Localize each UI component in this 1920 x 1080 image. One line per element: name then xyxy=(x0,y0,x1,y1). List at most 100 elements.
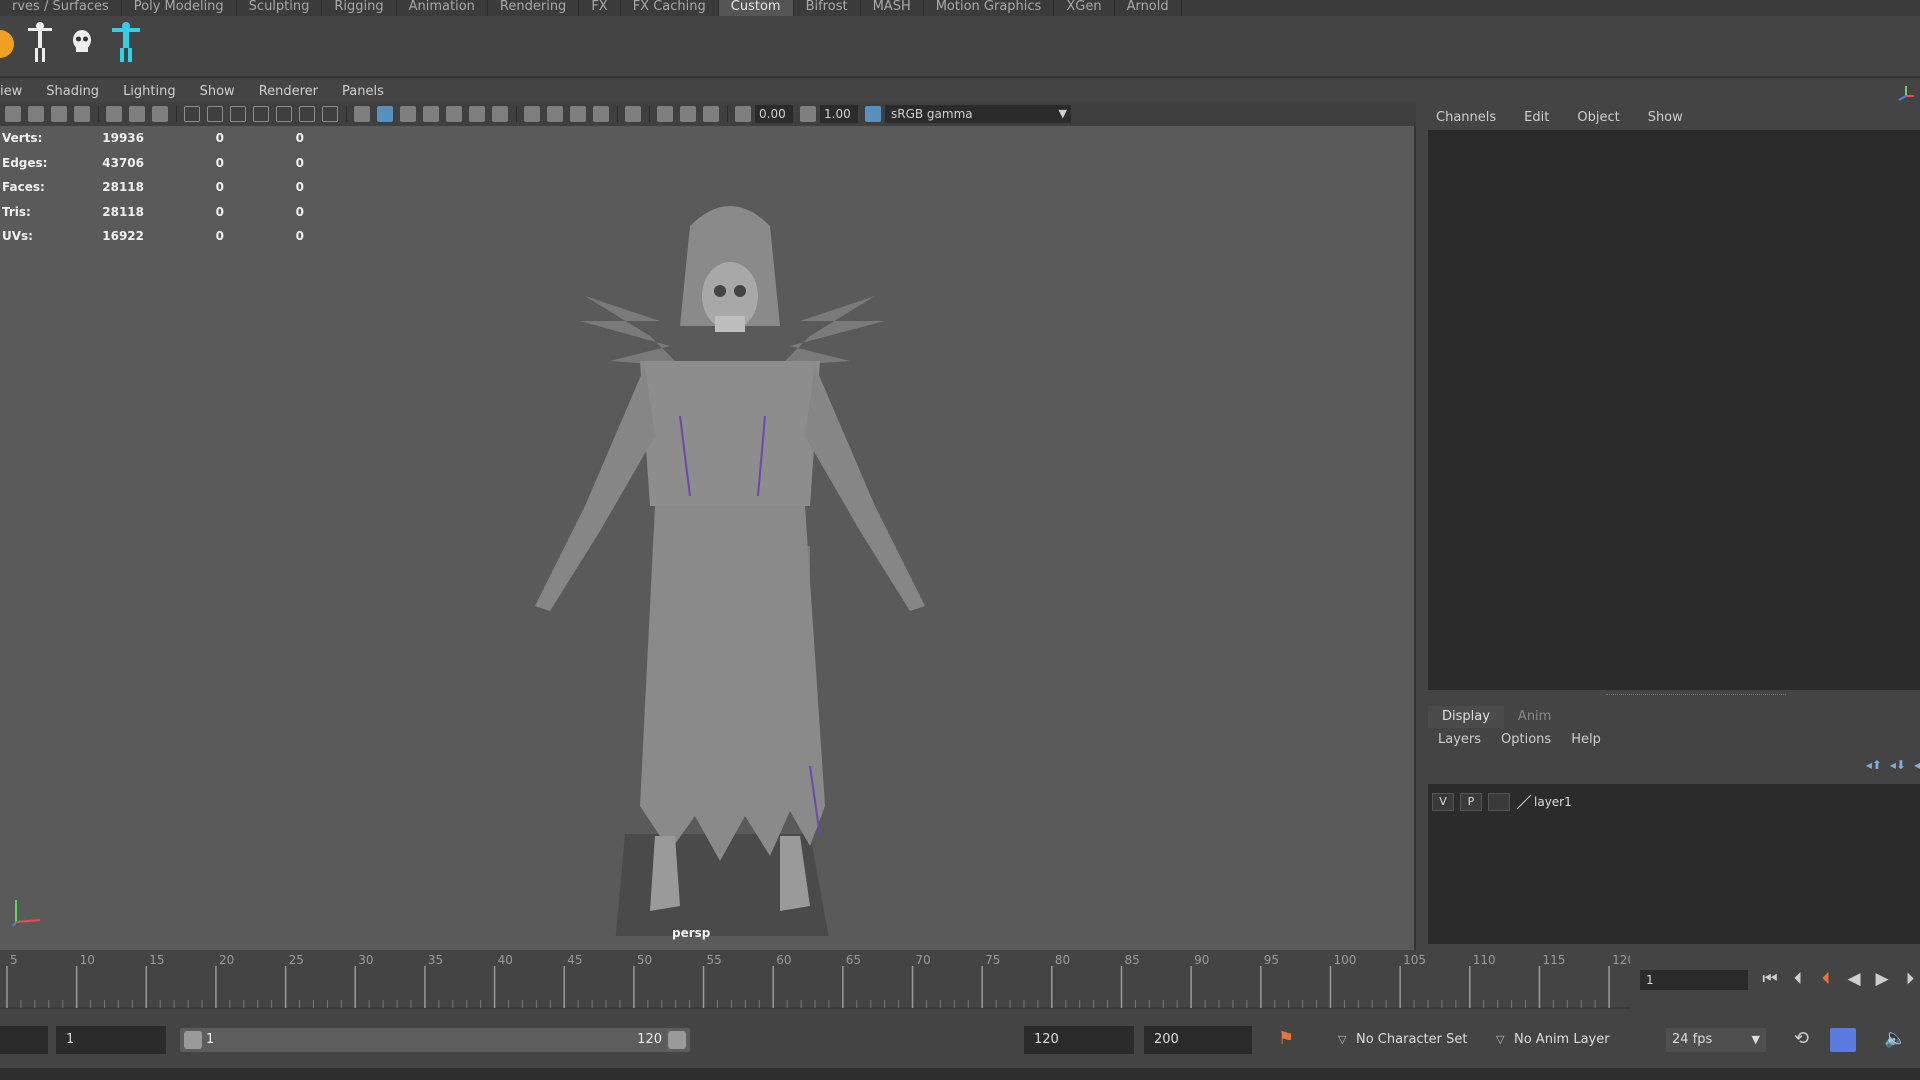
depth-of-field-icon[interactable] xyxy=(593,106,609,122)
range-slider[interactable]: 1 120 xyxy=(180,1028,690,1052)
playback-end-field[interactable]: 120 xyxy=(1024,1026,1134,1054)
bookmark-icon[interactable] xyxy=(74,106,90,122)
move-layer-down-icon[interactable]: ◂⬇ xyxy=(1890,758,1906,772)
anim-layer-dropdown[interactable]: ▽ No Anim Layer xyxy=(1492,1028,1632,1052)
step-forward-key-icon[interactable]: ⏵ xyxy=(1896,969,1920,989)
channel-box-menu-item[interactable]: Object xyxy=(1559,110,1629,125)
shelf-tab[interactable]: Animation xyxy=(397,0,488,16)
character-set-dropdown[interactable]: ▽ No Character Set xyxy=(1334,1028,1474,1052)
motion-blur-icon[interactable] xyxy=(547,106,563,122)
channel-box-menu-item[interactable]: Channels xyxy=(1418,110,1506,125)
panel-menu-item[interactable]: iew xyxy=(0,84,34,99)
shelf-tab[interactable]: Bifrost xyxy=(794,0,861,16)
shelf-tab[interactable]: Arnold xyxy=(1115,0,1182,16)
camera-select-icon[interactable] xyxy=(5,106,21,122)
exposure-field[interactable]: 0.00 xyxy=(755,105,793,123)
xray-icon[interactable] xyxy=(657,106,673,122)
view-transform-dropdown[interactable]: sRGB gamma ▼ xyxy=(885,105,1071,123)
2d-pan-zoom-icon[interactable] xyxy=(129,106,145,122)
layer-editor-menu-item[interactable]: Layers xyxy=(1428,732,1491,747)
shelf-tab[interactable]: XGen xyxy=(1054,0,1115,16)
xray-joints-icon[interactable] xyxy=(680,106,696,122)
anim-prefs-icon[interactable] xyxy=(1830,1028,1856,1052)
backface-culling-icon[interactable] xyxy=(703,106,719,122)
layer-row[interactable]: V P layer1 xyxy=(1432,792,1572,812)
smooth-shade-icon[interactable] xyxy=(377,106,393,122)
gamma-icon[interactable] xyxy=(800,106,816,122)
shelf-tab[interactable]: rves / Surfaces xyxy=(0,0,122,16)
auto-key-icon[interactable]: ⚑ xyxy=(1278,1028,1294,1049)
loop-icon[interactable]: ⟲ xyxy=(1794,1028,1809,1049)
current-frame-field[interactable]: 1 xyxy=(1640,970,1748,990)
time-ruler[interactable]: 5 10 15 20 25 30 35 40 45 50 55 60 65 70 75 80 85 90 95 100… xyxy=(0,950,1630,1010)
time-slider[interactable]: 5 10 15 20 25 30 35 40 45 50 55 60 65 70 75 80 85 90 95 100… xyxy=(0,950,1630,1010)
shelf-tab[interactable]: Custom xyxy=(718,0,794,16)
wireframe-icon[interactable] xyxy=(354,106,370,122)
play-backwards-icon[interactable]: ◀ xyxy=(1840,969,1868,989)
panel-menu-item[interactable]: Lighting xyxy=(111,84,188,99)
panel-splitter[interactable] xyxy=(1606,694,1786,696)
3d-viewport[interactable]: Verts: 19936 0 0 Edges: 43706 0 0 Faces: 28118 0 0 T… xyxy=(0,126,1414,950)
layer-editor-menu-item[interactable]: Help xyxy=(1561,732,1611,747)
layer-color-icon[interactable] xyxy=(1516,794,1532,810)
shelf-tab[interactable]: MASH xyxy=(861,0,924,16)
textured-icon[interactable] xyxy=(446,106,462,122)
play-forwards-icon[interactable]: ▶ xyxy=(1868,969,1896,989)
new-layer-icon[interactable]: ◂ xyxy=(1914,758,1920,772)
shadows-icon[interactable] xyxy=(492,106,508,122)
shelf-tab[interactable]: Sculpting xyxy=(237,0,323,16)
screen-space-ao-icon[interactable] xyxy=(524,106,540,122)
panel-menu-item[interactable]: Shading xyxy=(34,84,111,99)
fps-dropdown[interactable]: 24 fps ▼ xyxy=(1666,1028,1766,1052)
xyz-axis-icon[interactable] xyxy=(1896,82,1916,102)
anim-start-field[interactable]: 1 xyxy=(56,1026,166,1054)
wireframe-on-shaded-icon[interactable] xyxy=(423,106,439,122)
grease-pencil-icon[interactable] xyxy=(152,106,168,122)
shelf-tab[interactable]: Rigging xyxy=(322,0,397,16)
camera-attributes-icon[interactable] xyxy=(51,106,67,122)
gamma-field[interactable]: 1.00 xyxy=(820,105,858,123)
channel-box-menu-item[interactable]: Show xyxy=(1630,110,1693,125)
panel-menu-item[interactable]: Renderer xyxy=(247,84,330,99)
layer-editor-tab[interactable]: Display xyxy=(1428,706,1504,728)
t-pose-skeleton-icon[interactable] xyxy=(18,20,62,64)
shelf-tab[interactable]: Poly Modeling xyxy=(122,0,237,16)
channel-box-area[interactable] xyxy=(1428,130,1920,690)
field-chart-icon[interactable] xyxy=(276,106,292,122)
isolate-select-icon[interactable] xyxy=(625,106,641,122)
image-plane-icon[interactable] xyxy=(106,106,122,122)
shelf-tab[interactable]: Rendering xyxy=(488,0,580,16)
skull-icon[interactable] xyxy=(60,20,104,64)
step-back-icon[interactable]: ⏴ xyxy=(1784,969,1812,989)
resolution-gate-icon[interactable] xyxy=(230,106,246,122)
move-layer-up-icon[interactable]: ◂⬆ xyxy=(1866,758,1882,772)
safe-title-icon[interactable] xyxy=(322,106,338,122)
sound-icon[interactable]: 🔈 xyxy=(1884,1028,1906,1049)
layer-visibility-toggle[interactable]: V xyxy=(1432,793,1454,811)
step-back-key-icon[interactable]: ⏴ xyxy=(1812,969,1840,989)
range-start-handle[interactable] xyxy=(184,1031,202,1049)
shelf-tab[interactable]: FX Caching xyxy=(621,0,719,16)
camera-lock-icon[interactable] xyxy=(28,106,44,122)
shelf-tab[interactable]: FX xyxy=(579,0,621,16)
default-material-icon[interactable] xyxy=(400,106,416,122)
layer-editor-tab[interactable]: Anim xyxy=(1504,706,1565,728)
gate-mask-icon[interactable] xyxy=(253,106,269,122)
layer-display-type[interactable] xyxy=(1488,793,1510,811)
go-to-start-icon[interactable]: ⏮ xyxy=(1756,969,1784,989)
grid-icon[interactable] xyxy=(184,106,200,122)
film-gate-icon[interactable] xyxy=(207,106,223,122)
safe-action-icon[interactable] xyxy=(299,106,315,122)
layer-playback-toggle[interactable]: P xyxy=(1460,793,1482,811)
range-end-handle[interactable] xyxy=(668,1031,686,1049)
anim-end-field[interactable]: 200 xyxy=(1144,1026,1252,1054)
character-model[interactable] xyxy=(490,146,970,936)
multisample-aa-icon[interactable] xyxy=(570,106,586,122)
exposure-icon[interactable] xyxy=(735,106,751,122)
color-management-toggle-icon[interactable] xyxy=(865,106,881,122)
layer-editor-menu-item[interactable]: Options xyxy=(1491,732,1561,747)
cyan-t-pose-icon[interactable] xyxy=(104,20,148,64)
layer-list[interactable]: V P layer1 xyxy=(1428,784,1920,944)
panel-menu-item[interactable]: Show xyxy=(188,84,247,99)
use-all-lights-icon[interactable] xyxy=(469,106,485,122)
